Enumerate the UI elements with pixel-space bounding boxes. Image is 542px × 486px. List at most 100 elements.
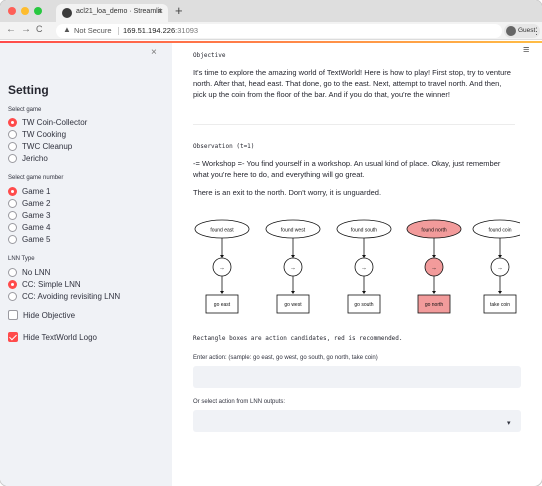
browser-tab[interactable]: acl21_loa_demo · Streamlit × bbox=[56, 4, 168, 22]
graph-caption: Rectangle boxes are action candidates, r… bbox=[193, 335, 403, 342]
radio-game-jericho[interactable]: Jericho bbox=[8, 154, 168, 164]
hide-logo-checkbox[interactable]: Hide TextWorld Logo bbox=[8, 332, 168, 342]
radio-label: TW Cooking bbox=[22, 130, 67, 139]
url-input[interactable]: ▲ Not Secure 169.51.194.226:31093 bbox=[56, 24, 502, 38]
edge-arrowhead bbox=[432, 255, 436, 258]
radio-lnn-avoid-revisit[interactable]: CC: Avoiding revisiting LNN bbox=[8, 292, 168, 302]
radio-icon bbox=[8, 130, 17, 139]
lnn-type-label: LNN Type bbox=[8, 256, 35, 262]
maximize-window-icon[interactable] bbox=[34, 7, 42, 15]
radio-game-3[interactable]: Game 3 bbox=[8, 211, 168, 221]
objective-heading: Objective bbox=[193, 52, 226, 59]
game-number-label: Select game number bbox=[8, 175, 64, 181]
radio-lnn-simple[interactable]: CC: Simple LNN bbox=[8, 280, 168, 290]
checkbox-label: Hide Objective bbox=[23, 311, 76, 320]
radio-label: Game 3 bbox=[22, 211, 51, 220]
radio-label: Game 2 bbox=[22, 199, 51, 208]
radio-game-2[interactable]: Game 2 bbox=[8, 199, 168, 209]
radio-label: Jericho bbox=[22, 154, 48, 163]
divider bbox=[193, 124, 515, 125]
radio-label: CC: Avoiding revisiting LNN bbox=[22, 292, 121, 301]
fact-node-label: found west bbox=[281, 228, 306, 234]
hide-objective-checkbox[interactable]: Hide Objective bbox=[8, 310, 168, 320]
action-input[interactable] bbox=[193, 366, 521, 388]
minimize-window-icon[interactable] bbox=[21, 7, 29, 15]
operator-node-label: → bbox=[290, 266, 296, 272]
select-game-label: Select game bbox=[8, 107, 42, 113]
observation-exit-text: There is an exit to the north. Don't wor… bbox=[193, 188, 382, 197]
radio-label: TWC Cleanup bbox=[22, 142, 73, 151]
fact-node-label: found north bbox=[421, 228, 447, 234]
edge-arrowhead bbox=[291, 291, 295, 294]
edge-arrowhead bbox=[291, 255, 295, 258]
hamburger-menu-icon[interactable]: ≡ bbox=[523, 44, 529, 56]
radio-icon bbox=[8, 142, 17, 151]
sidebar-close-icon[interactable]: × bbox=[151, 47, 157, 58]
action-candidate-label: go south bbox=[354, 302, 373, 308]
close-window-icon[interactable] bbox=[8, 7, 16, 15]
fact-node-label: found east bbox=[210, 228, 234, 234]
radio-game-twc-cleanup[interactable]: TWC Cleanup bbox=[8, 142, 168, 152]
browser-window: acl21_loa_demo · Streamlit × + ← → C ▲ N… bbox=[0, 0, 542, 486]
edge-arrowhead bbox=[432, 291, 436, 294]
checkbox-label: Hide TextWorld Logo bbox=[23, 333, 97, 342]
operator-node-label: → bbox=[431, 266, 437, 272]
forward-icon[interactable]: → bbox=[21, 24, 31, 35]
action-select[interactable] bbox=[193, 410, 521, 432]
action-candidate-label: go west bbox=[284, 302, 302, 308]
streamlit-favicon-icon bbox=[62, 8, 72, 18]
edge-arrowhead bbox=[362, 291, 366, 294]
select-action-label: Or select action from LNN outputs: bbox=[193, 399, 286, 405]
radio-icon bbox=[8, 223, 17, 232]
edge-arrowhead bbox=[498, 291, 502, 294]
radio-icon bbox=[8, 199, 17, 208]
radio-game-5[interactable]: Game 5 bbox=[8, 235, 168, 245]
reload-icon[interactable]: C bbox=[36, 24, 43, 34]
new-tab-button[interactable]: + bbox=[175, 3, 183, 18]
security-label: Not Secure bbox=[74, 26, 112, 35]
url-text: 169.51.194.226:31093 bbox=[123, 26, 199, 35]
tab-title: acl21_loa_demo · Streamlit bbox=[76, 8, 162, 15]
radio-label: No LNN bbox=[22, 268, 51, 277]
action-candidate-label: go north bbox=[425, 302, 444, 308]
fact-node-label: found coin bbox=[488, 228, 511, 234]
edge-arrowhead bbox=[220, 291, 224, 294]
enter-action-label: Enter action: (sample: go east, go west,… bbox=[193, 355, 378, 361]
radio-game-1[interactable]: Game 1 bbox=[8, 187, 168, 197]
fact-node-label: found south bbox=[351, 228, 377, 234]
browser-menu-icon[interactable]: ⋮ bbox=[532, 26, 541, 37]
sidebar-title: Setting bbox=[8, 83, 49, 97]
chevron-down-icon[interactable]: ▾ bbox=[507, 419, 511, 427]
back-icon[interactable]: ← bbox=[6, 24, 16, 35]
sidebar: × Setting Select game TW Coin-Collector … bbox=[0, 43, 172, 486]
radio-label: Game 5 bbox=[22, 235, 51, 244]
action-candidate-label: take coin bbox=[490, 302, 510, 308]
radio-game-tw-coin-collector[interactable]: TW Coin-Collector bbox=[8, 118, 168, 128]
edge-arrowhead bbox=[498, 255, 502, 258]
radio-icon bbox=[8, 154, 17, 163]
radio-icon bbox=[8, 211, 17, 220]
lnn-graph: found east → go east found west → go west foun… bbox=[194, 219, 520, 314]
radio-icon bbox=[8, 268, 17, 277]
address-bar: ← → C ▲ Not Secure 169.51.194.226:31093 … bbox=[0, 22, 542, 40]
edge-arrowhead bbox=[362, 255, 366, 258]
avatar-icon bbox=[506, 26, 516, 36]
radio-game-tw-cooking[interactable]: TW Cooking bbox=[8, 130, 168, 140]
radio-icon bbox=[8, 235, 17, 244]
operator-node-label: → bbox=[361, 266, 367, 272]
edge-arrowhead bbox=[220, 255, 224, 258]
radio-label: CC: Simple LNN bbox=[22, 280, 81, 289]
tab-close-icon[interactable]: × bbox=[158, 6, 163, 16]
objective-text: It's time to explore the amazing world o… bbox=[193, 68, 511, 99]
checkbox-checked-icon bbox=[8, 332, 18, 342]
radio-label: Game 1 bbox=[22, 187, 51, 196]
tab-bar: acl21_loa_demo · Streamlit × + bbox=[0, 0, 542, 22]
radio-label: Game 4 bbox=[22, 223, 51, 232]
operator-node-label: → bbox=[219, 266, 225, 272]
omnibox-divider bbox=[118, 27, 119, 35]
radio-game-4[interactable]: Game 4 bbox=[8, 223, 168, 233]
radio-selected-icon bbox=[8, 187, 17, 196]
radio-icon bbox=[8, 292, 17, 301]
radio-lnn-none[interactable]: No LNN bbox=[8, 268, 168, 278]
observation-text: -= Workshop =- You find yourself in a wo… bbox=[193, 159, 501, 179]
